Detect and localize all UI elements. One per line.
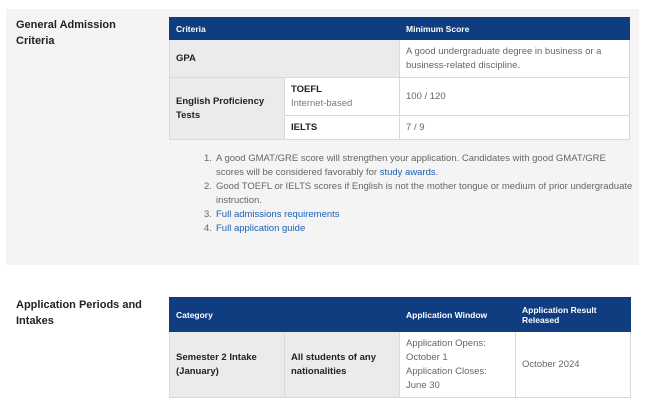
note-item: 4. Full application guide — [204, 222, 634, 236]
note-number: 1. — [204, 153, 212, 164]
result-released-value: October 2024 — [515, 331, 631, 398]
toefl-sub: Internet-based — [291, 97, 353, 109]
window-closes: Application Closes: June 30 — [406, 365, 487, 391]
header-result-released: Application Result Released — [515, 297, 631, 332]
table-row: Semester 2 Intake (January) All students… — [169, 331, 631, 398]
note-number: 3. — [204, 209, 212, 220]
note-item: 2. Good TOEFL or IELTS scores if English… — [204, 180, 634, 208]
section-title-periods: Application Periods and Intakes — [16, 299, 142, 327]
general-admission-section: General Admission Criteria Criteria Mini… — [6, 9, 639, 265]
ielts-score: 7 / 9 — [399, 115, 631, 140]
ielts-name: IELTS — [283, 115, 401, 140]
note-item: 3. Full admissions requirements — [204, 208, 634, 222]
toefl-name: TOEFL — [291, 83, 322, 95]
application-window-cell: Application Opens: October 1 Application… — [399, 331, 516, 398]
gpa-value: A good undergraduate degree in business … — [399, 39, 631, 78]
eligibility-label: All students of any nationalities — [284, 331, 400, 398]
note-number: 4. — [204, 223, 212, 234]
intake-label: Semester 2 Intake (January) — [169, 331, 285, 398]
header-application-window: Application Window — [399, 297, 516, 332]
note-item: 1. A good GMAT/GRE score will strengthen… — [204, 152, 634, 180]
header-criteria: Criteria — [168, 17, 401, 40]
note-number: 2. — [204, 181, 212, 192]
header-category: Category — [169, 297, 400, 332]
full-application-guide-link[interactable]: Full application guide — [216, 222, 305, 236]
full-admissions-requirements-link[interactable]: Full admissions requirements — [216, 208, 340, 222]
gpa-label: GPA — [168, 39, 401, 78]
criteria-table: Criteria Minimum Score GPA A good underg… — [168, 17, 631, 140]
note-text: A good GMAT/GRE score will strengthen yo… — [216, 152, 634, 180]
note-text-end: . — [435, 167, 439, 178]
window-opens: Application Opens: October 1 — [406, 337, 486, 363]
section-title-general: General Admission Criteria — [16, 19, 116, 47]
application-periods-table: Category Application Window Application … — [169, 297, 631, 398]
toefl-score: 100 / 120 — [399, 77, 631, 116]
note-text: Good TOEFL or IELTS scores if English is… — [216, 181, 633, 206]
toefl-cell: TOEFL Internet-based — [283, 77, 401, 116]
admission-notes: 1. A good GMAT/GRE score will strengthen… — [204, 152, 634, 236]
english-label: English Proficiency Tests — [169, 77, 285, 140]
header-minimum-score: Minimum Score — [399, 17, 631, 40]
study-awards-link[interactable]: study awards — [380, 167, 436, 178]
